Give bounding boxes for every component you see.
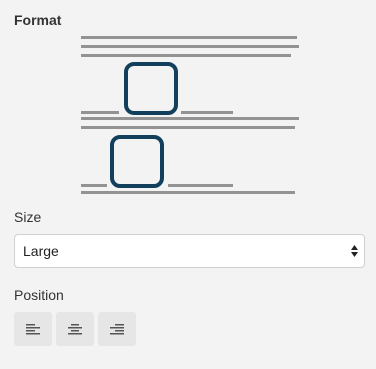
text-line xyxy=(81,36,297,39)
size-select-value: Large xyxy=(23,243,59,259)
image-frame-icon xyxy=(124,62,178,115)
text-line xyxy=(181,111,233,114)
text-line xyxy=(81,191,295,194)
text-line xyxy=(81,117,299,120)
align-left-button[interactable] xyxy=(14,312,52,346)
text-line xyxy=(81,184,107,187)
align-center-icon xyxy=(68,323,82,334)
format-preview xyxy=(81,36,299,194)
size-label: Size xyxy=(14,209,42,225)
text-line xyxy=(81,111,119,114)
text-line xyxy=(81,126,295,129)
format-title: Format xyxy=(14,12,62,28)
up-down-arrows-icon xyxy=(351,245,358,257)
text-line xyxy=(81,54,291,57)
text-line xyxy=(168,184,233,187)
position-label: Position xyxy=(14,287,64,303)
position-alignment-group xyxy=(14,312,136,346)
format-illustration xyxy=(80,35,300,197)
align-right-button[interactable] xyxy=(98,312,136,346)
text-line xyxy=(81,45,299,48)
image-frame-icon xyxy=(110,135,164,188)
align-left-icon xyxy=(26,323,40,334)
align-center-button[interactable] xyxy=(56,312,94,346)
size-select[interactable]: Large xyxy=(14,234,365,268)
align-right-icon xyxy=(110,323,124,334)
